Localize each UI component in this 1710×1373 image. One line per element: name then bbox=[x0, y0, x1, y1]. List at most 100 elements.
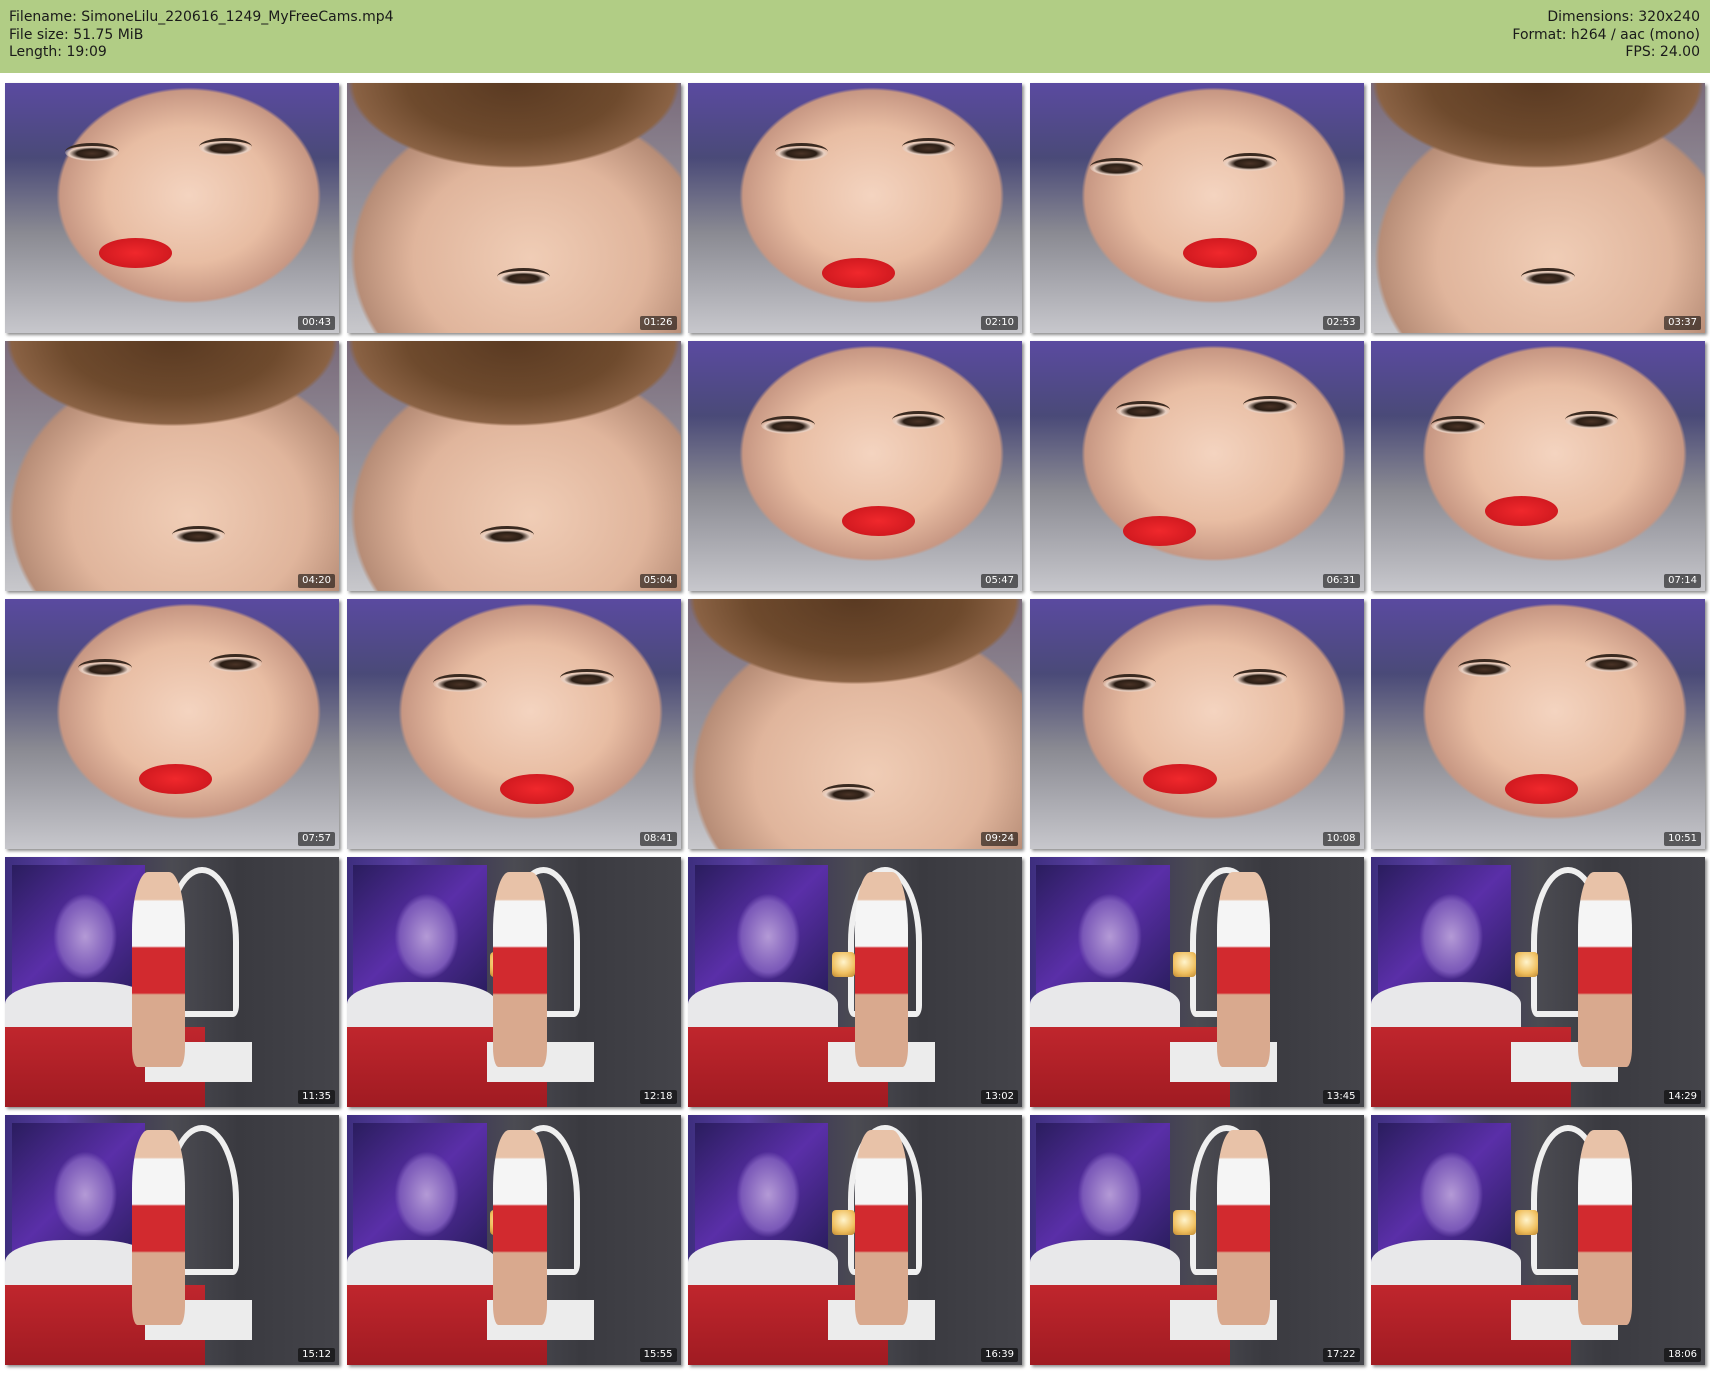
format-text: Format: h264 / aac (mono) bbox=[1512, 26, 1700, 43]
thumbnail[interactable]: 09:24 bbox=[688, 599, 1022, 849]
watermark bbox=[1627, 863, 1697, 873]
watermark bbox=[944, 347, 1014, 357]
eye-shape bbox=[1584, 654, 1639, 672]
watermark bbox=[603, 347, 673, 357]
thumbnail[interactable]: 02:53 bbox=[1029, 83, 1364, 333]
thumbnail[interactable]: 13:45 bbox=[1029, 857, 1364, 1107]
lips-shape bbox=[841, 506, 916, 536]
eye-shape bbox=[78, 659, 132, 677]
filename-text: Filename: SimoneLilu_220616_1249_MyFreeC… bbox=[9, 9, 394, 25]
info-right: Dimensions: 320x240 Format: h264 / aac (… bbox=[1512, 9, 1700, 62]
eye-shape bbox=[1089, 158, 1144, 176]
person-figure bbox=[493, 1130, 547, 1325]
timestamp-label: 02:10 bbox=[981, 316, 1018, 330]
eye-shape bbox=[1223, 153, 1277, 171]
watermark bbox=[603, 863, 673, 873]
video-frame-image bbox=[1371, 599, 1705, 849]
thumbnail[interactable]: 02:10 bbox=[688, 83, 1022, 333]
lips-shape bbox=[1143, 764, 1217, 794]
person-figure bbox=[855, 872, 909, 1067]
thumbnail[interactable]: 03:37 bbox=[1371, 83, 1705, 333]
thumbnail[interactable]: 17:22 bbox=[1029, 1115, 1364, 1365]
thumbnail[interactable]: 05:47 bbox=[688, 341, 1022, 591]
lips-shape bbox=[1484, 496, 1559, 526]
timestamp-label: 10:08 bbox=[1322, 832, 1360, 846]
thumbnail[interactable]: 04:20 bbox=[5, 341, 339, 591]
person-figure bbox=[1578, 872, 1632, 1067]
watermark bbox=[603, 1121, 673, 1131]
thumbnail[interactable]: 12:18 bbox=[346, 857, 681, 1107]
eye-shape bbox=[901, 138, 956, 156]
video-frame-image bbox=[688, 83, 1022, 333]
person-figure bbox=[855, 1130, 909, 1325]
thumbnail[interactable]: 07:57 bbox=[5, 599, 339, 849]
eye-shape bbox=[208, 654, 263, 672]
eye-shape bbox=[198, 138, 253, 156]
eye-shape bbox=[172, 526, 226, 544]
thumbnail[interactable]: 06:31 bbox=[1029, 341, 1364, 591]
room-lamp-shape bbox=[1173, 952, 1197, 977]
video-frame-image bbox=[5, 1115, 339, 1365]
info-header: Filename: SimoneLilu_220616_1249_MyFreeC… bbox=[0, 0, 1710, 73]
eye-shape bbox=[433, 674, 487, 692]
eye-shape bbox=[821, 784, 876, 802]
thumbnail[interactable]: 14:29 bbox=[1371, 857, 1705, 1107]
watermark bbox=[944, 1121, 1014, 1131]
eye-shape bbox=[891, 411, 946, 429]
timestamp-label: 16:39 bbox=[981, 1348, 1018, 1362]
video-frame-image bbox=[1029, 341, 1364, 591]
timestamp-label: 09:24 bbox=[981, 832, 1018, 846]
info-left: Filename: SimoneLilu_220616_1249_MyFreeC… bbox=[9, 9, 394, 62]
thumbnail[interactable]: 16:39 bbox=[688, 1115, 1022, 1365]
video-frame-image bbox=[346, 599, 681, 849]
person-figure bbox=[1216, 1130, 1270, 1325]
video-frame-image bbox=[346, 1115, 681, 1365]
video-frame-image bbox=[688, 599, 1022, 849]
thumbnail[interactable]: 07:14 bbox=[1371, 341, 1705, 591]
eye-shape bbox=[1431, 416, 1485, 434]
video-frame-image bbox=[1371, 341, 1705, 591]
eye-shape bbox=[1243, 396, 1297, 414]
timestamp-label: 05:47 bbox=[981, 574, 1018, 588]
room-art-shape bbox=[694, 864, 829, 995]
timestamp-label: 03:37 bbox=[1664, 316, 1701, 330]
video-frame-image bbox=[1371, 857, 1705, 1107]
video-frame-image bbox=[5, 599, 339, 849]
lips-shape bbox=[98, 238, 172, 268]
video-frame-image bbox=[1029, 83, 1364, 333]
timestamp-label: 00:43 bbox=[298, 316, 335, 330]
video-frame-image bbox=[5, 83, 339, 333]
watermark bbox=[1286, 89, 1356, 99]
thumbnail[interactable]: 11:35 bbox=[5, 857, 339, 1107]
timestamp-label: 04:20 bbox=[298, 574, 335, 588]
timestamp-label: 15:55 bbox=[639, 1348, 677, 1362]
thumbnail[interactable]: 05:04 bbox=[346, 341, 681, 591]
person-figure bbox=[131, 1130, 186, 1325]
watermark bbox=[1286, 1121, 1356, 1131]
video-frame-image bbox=[346, 83, 681, 333]
timestamp-label: 12:18 bbox=[639, 1090, 677, 1104]
thumbnail[interactable]: 01:26 bbox=[346, 83, 681, 333]
thumbnail[interactable]: 10:51 bbox=[1371, 599, 1705, 849]
timestamp-label: 01:26 bbox=[639, 316, 677, 330]
thumbnail[interactable]: 15:55 bbox=[346, 1115, 681, 1365]
thumbnail[interactable]: 10:08 bbox=[1029, 599, 1364, 849]
thumbnail[interactable]: 00:43 bbox=[5, 83, 339, 333]
dimensions-text: Dimensions: 320x240 bbox=[1547, 9, 1700, 25]
watermark bbox=[261, 863, 331, 873]
thumbnail[interactable]: 15:12 bbox=[5, 1115, 339, 1365]
timestamp-label: 10:51 bbox=[1664, 832, 1701, 846]
timestamp-label: 13:02 bbox=[981, 1090, 1018, 1104]
lips-shape bbox=[500, 774, 574, 804]
thumbnail[interactable]: 13:02 bbox=[688, 857, 1022, 1107]
eye-shape bbox=[774, 143, 829, 161]
timestamp-label: 08:41 bbox=[639, 832, 677, 846]
thumbnail[interactable]: 18:06 bbox=[1371, 1115, 1705, 1365]
eye-shape bbox=[560, 669, 614, 687]
thumbnail[interactable]: 08:41 bbox=[346, 599, 681, 849]
fps-text: FPS: 24.00 bbox=[1625, 44, 1700, 60]
watermark bbox=[1627, 605, 1697, 615]
timestamp-label: 02:53 bbox=[1322, 316, 1360, 330]
timestamp-label: 15:12 bbox=[298, 1348, 335, 1362]
watermark bbox=[1627, 89, 1697, 99]
